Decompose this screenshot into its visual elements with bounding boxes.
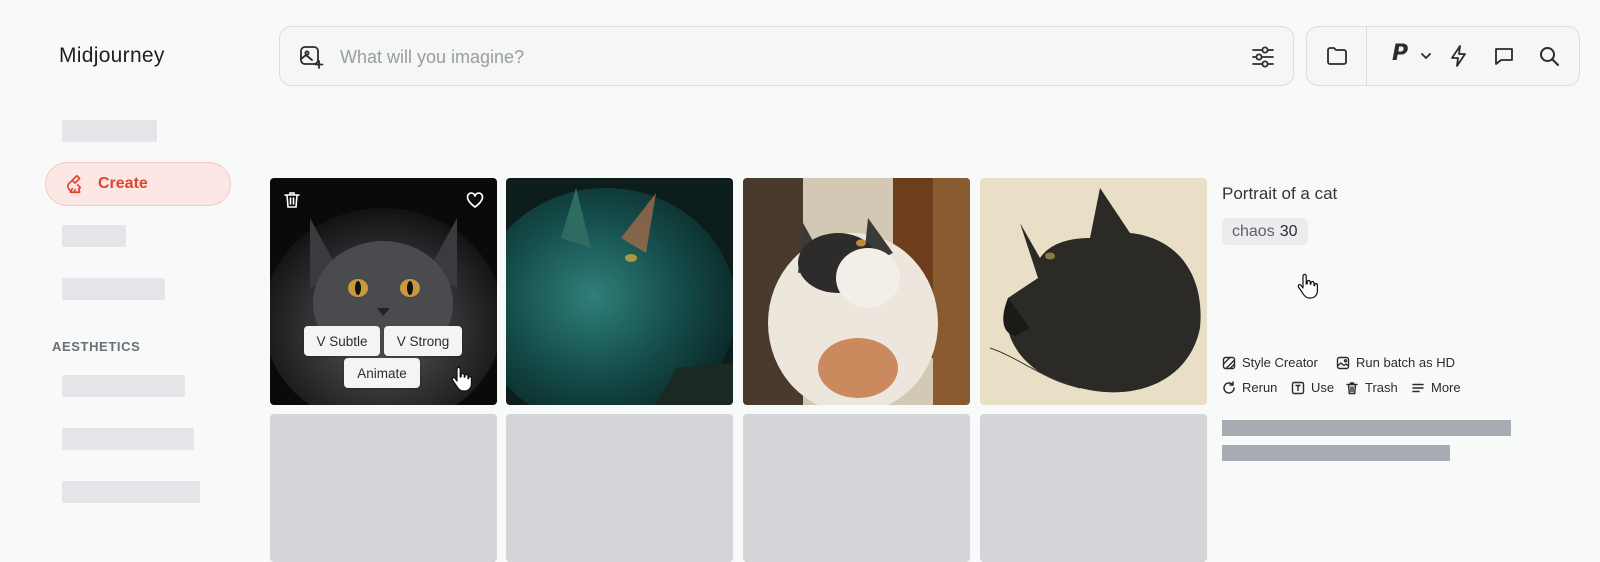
cat-image-sketch	[980, 178, 1207, 405]
image-placeholder[interactable]	[270, 414, 497, 562]
more-button[interactable]: More	[1411, 380, 1461, 395]
paintbrush-icon	[67, 174, 82, 194]
prompt-input[interactable]	[340, 37, 1220, 77]
image-placeholder[interactable]	[506, 414, 733, 562]
image-icon	[1336, 356, 1350, 369]
sidebar-item-placeholder[interactable]	[62, 428, 194, 450]
parameter-value: 30	[1279, 222, 1298, 240]
settings-sliders-icon[interactable]	[1250, 44, 1276, 70]
rerun-icon	[1223, 380, 1235, 394]
vary-strong-button[interactable]: V Strong	[384, 326, 462, 356]
generated-image-3[interactable]	[743, 178, 970, 405]
app-logo[interactable]: Midjourney	[59, 44, 165, 68]
parameter-name: chaos	[1232, 222, 1275, 240]
sidebar-item-placeholder[interactable]	[62, 481, 200, 503]
app-root: Midjourney Create AESTHETICS What will y…	[0, 0, 1600, 562]
use-button[interactable]: Use	[1291, 380, 1334, 395]
lightning-icon[interactable]	[1447, 44, 1471, 68]
add-image-icon[interactable]	[298, 44, 324, 70]
chevron-down-icon[interactable]	[1419, 49, 1433, 63]
top-toolbar: P	[1306, 26, 1580, 86]
prompt-text[interactable]: Portrait of a cat	[1222, 184, 1337, 204]
animate-button[interactable]: Animate	[344, 358, 420, 388]
trash-button[interactable]: Trash	[1345, 380, 1398, 395]
use-text-icon	[1291, 381, 1305, 394]
search-icon[interactable]	[1537, 44, 1561, 68]
vary-subtle-button[interactable]: V Subtle	[304, 326, 380, 356]
generated-image-1[interactable]: V Subtle V Strong Animate	[270, 178, 497, 405]
heart-icon[interactable]	[465, 190, 485, 210]
action-label: Trash	[1365, 380, 1398, 395]
style-creator-button[interactable]: Style Creator	[1222, 355, 1318, 370]
loading-text-placeholder	[1222, 420, 1511, 436]
sidebar-item-label: Create	[98, 175, 148, 192]
cat-image-calico	[743, 178, 970, 405]
action-label: Style Creator	[1242, 355, 1318, 370]
style-creator-icon	[1222, 356, 1236, 369]
parameter-chip[interactable]: chaos 30	[1222, 218, 1308, 245]
trash-icon[interactable]	[282, 190, 302, 210]
trash-icon	[1346, 381, 1358, 394]
image-placeholder[interactable]	[980, 414, 1207, 562]
action-label: Run batch as HD	[1356, 355, 1455, 370]
more-lines-icon	[1412, 383, 1424, 392]
sidebar-item-placeholder[interactable]	[62, 225, 126, 247]
folder-icon[interactable]	[1325, 44, 1349, 68]
sidebar-section-aesthetics: AESTHETICS	[52, 339, 141, 354]
hand-cursor-icon	[451, 366, 472, 392]
image-placeholder[interactable]	[743, 414, 970, 562]
sidebar-item-create[interactable]: Create	[45, 162, 231, 206]
hand-cursor-icon	[1297, 273, 1318, 299]
cat-image-teal	[506, 178, 733, 405]
chat-icon[interactable]	[1492, 44, 1516, 68]
personalize-button[interactable]: P	[1392, 41, 1408, 66]
prompt-bar	[279, 26, 1294, 86]
generated-image-4[interactable]	[980, 178, 1207, 405]
loading-text-placeholder	[1222, 445, 1450, 461]
action-label: Rerun	[1242, 380, 1278, 395]
sidebar-item-placeholder[interactable]	[62, 120, 157, 142]
rerun-button[interactable]: Rerun	[1222, 380, 1277, 395]
sidebar-item-placeholder[interactable]	[62, 375, 185, 397]
action-label: More	[1431, 380, 1461, 395]
generated-image-2[interactable]	[506, 178, 733, 405]
run-batch-hd-button[interactable]: Run batch as HD	[1336, 355, 1455, 370]
sidebar-item-placeholder[interactable]	[62, 278, 165, 300]
action-label: Use	[1311, 380, 1335, 395]
toolbar-divider	[1366, 27, 1367, 85]
